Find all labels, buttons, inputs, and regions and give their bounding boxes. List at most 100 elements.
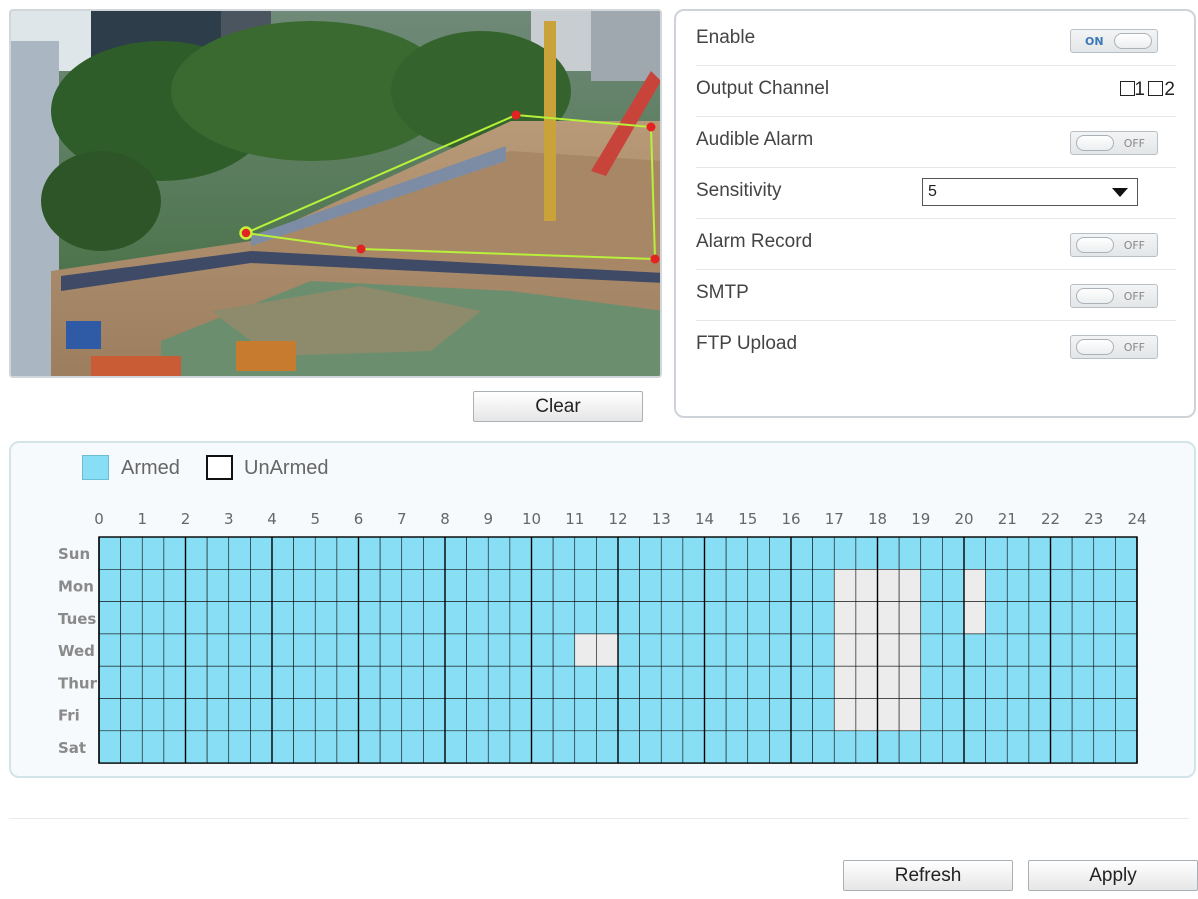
schedule-cell-unarmed[interactable] (898, 601, 922, 635)
schedule-cell-armed[interactable] (379, 730, 403, 764)
schedule-cell-armed[interactable] (617, 730, 640, 764)
schedule-cell-armed[interactable] (985, 569, 1008, 602)
schedule-cell-armed[interactable] (704, 665, 727, 699)
schedule-cell-armed[interactable] (336, 665, 359, 699)
schedule-cell-armed[interactable] (942, 633, 965, 667)
schedule-cell-armed[interactable] (401, 633, 424, 667)
schedule-cell-armed[interactable] (1093, 536, 1116, 570)
schedule-cell-unarmed[interactable] (898, 665, 922, 699)
schedule-cell-unarmed[interactable] (963, 601, 986, 635)
schedule-cell-armed[interactable] (401, 665, 424, 699)
schedule-cell-armed[interactable] (444, 536, 467, 570)
schedule-cell-armed[interactable] (596, 536, 619, 570)
schedule-cell-armed[interactable] (660, 698, 684, 732)
schedule-cell-armed[interactable] (639, 536, 662, 570)
schedule-cell-armed[interactable] (833, 730, 857, 764)
schedule-cell-armed[interactable] (487, 569, 511, 602)
schedule-cell-armed[interactable] (963, 730, 986, 764)
schedule-cell-unarmed[interactable] (877, 569, 900, 602)
schedule-cell-armed[interactable] (639, 698, 662, 732)
schedule-cell-armed[interactable] (725, 601, 749, 635)
schedule-cell-armed[interactable] (293, 569, 316, 602)
schedule-cell-armed[interactable] (466, 665, 489, 699)
schedule-cell-armed[interactable] (704, 536, 727, 570)
schedule-cell-armed[interactable] (812, 569, 835, 602)
schedule-cell-armed[interactable] (444, 698, 467, 732)
schedule-cell-armed[interactable] (358, 665, 381, 699)
schedule-cell-armed[interactable] (185, 698, 208, 732)
schedule-cell-armed[interactable] (1115, 633, 1138, 667)
schedule-cell-armed[interactable] (769, 633, 792, 667)
schedule-cell-armed[interactable] (228, 665, 251, 699)
schedule-cell-armed[interactable] (1115, 601, 1138, 635)
schedule-cell-armed[interactable] (358, 536, 381, 570)
schedule-cell-unarmed[interactable] (833, 569, 857, 602)
schedule-cell-armed[interactable] (596, 569, 619, 602)
schedule-cell-armed[interactable] (487, 730, 511, 764)
schedule-cell-armed[interactable] (466, 601, 489, 635)
schedule-cell-armed[interactable] (250, 536, 273, 570)
schedule-cell-armed[interactable] (444, 730, 467, 764)
schedule-cell-armed[interactable] (1028, 569, 1051, 602)
schedule-cell-armed[interactable] (271, 569, 294, 602)
schedule-cell-unarmed[interactable] (855, 569, 878, 602)
schedule-cell-armed[interactable] (228, 633, 251, 667)
schedule-cell-armed[interactable] (769, 730, 792, 764)
schedule-cell-unarmed[interactable] (855, 665, 878, 699)
schedule-cell-armed[interactable] (1115, 536, 1138, 570)
schedule-cell-armed[interactable] (509, 698, 532, 732)
schedule-cell-armed[interactable] (228, 601, 251, 635)
schedule-cell-armed[interactable] (1050, 536, 1073, 570)
schedule-cell-unarmed[interactable] (574, 633, 597, 667)
schedule-cell-armed[interactable] (1050, 601, 1073, 635)
schedule-cell-armed[interactable] (639, 569, 662, 602)
schedule-cell-armed[interactable] (660, 633, 684, 667)
schedule-cell-armed[interactable] (596, 601, 619, 635)
schedule-cell-armed[interactable] (1028, 698, 1051, 732)
schedule-cell-armed[interactable] (444, 601, 467, 635)
schedule-cell-armed[interactable] (1006, 601, 1030, 635)
schedule-cell-armed[interactable] (682, 665, 705, 699)
schedule-cell-armed[interactable] (401, 569, 424, 602)
schedule-cell-armed[interactable] (98, 536, 121, 570)
ftp-upload-toggle[interactable]: OFF (1070, 335, 1158, 359)
schedule-cell-armed[interactable] (163, 601, 186, 635)
schedule-cell-armed[interactable] (985, 698, 1008, 732)
schedule-cell-armed[interactable] (877, 536, 900, 570)
schedule-cell-armed[interactable] (271, 665, 294, 699)
schedule-cell-armed[interactable] (185, 601, 208, 635)
schedule-cell-armed[interactable] (163, 730, 186, 764)
schedule-cell-armed[interactable] (250, 569, 273, 602)
schedule-cell-armed[interactable] (682, 633, 705, 667)
schedule-cell-unarmed[interactable] (833, 633, 857, 667)
schedule-cell-armed[interactable] (769, 665, 792, 699)
schedule-cell-armed[interactable] (552, 698, 576, 732)
schedule-cell-armed[interactable] (531, 633, 554, 667)
schedule-cell-armed[interactable] (942, 569, 965, 602)
schedule-cell-armed[interactable] (552, 536, 576, 570)
schedule-cell-armed[interactable] (98, 665, 121, 699)
schedule-cell-armed[interactable] (531, 698, 554, 732)
schedule-cell-armed[interactable] (617, 698, 640, 732)
schedule-cell-armed[interactable] (1006, 665, 1030, 699)
schedule-cell-armed[interactable] (704, 698, 727, 732)
schedule-cell-armed[interactable] (790, 601, 813, 635)
schedule-cell-armed[interactable] (552, 730, 576, 764)
schedule-cell-armed[interactable] (358, 569, 381, 602)
schedule-cell-armed[interactable] (898, 730, 922, 764)
schedule-cell-armed[interactable] (920, 665, 943, 699)
schedule-cell-armed[interactable] (466, 569, 489, 602)
schedule-cell-armed[interactable] (985, 665, 1008, 699)
schedule-cell-armed[interactable] (725, 665, 749, 699)
schedule-cell-armed[interactable] (725, 569, 749, 602)
schedule-cell-armed[interactable] (812, 730, 835, 764)
schedule-cell-armed[interactable] (293, 698, 316, 732)
alarm-record-toggle[interactable]: OFF (1070, 233, 1158, 257)
schedule-cell-armed[interactable] (812, 536, 835, 570)
schedule-cell-armed[interactable] (401, 730, 424, 764)
schedule-cell-armed[interactable] (314, 536, 338, 570)
schedule-cell-armed[interactable] (141, 536, 165, 570)
schedule-cell-armed[interactable] (617, 633, 640, 667)
schedule-cell-armed[interactable] (206, 601, 230, 635)
schedule-cell-armed[interactable] (617, 569, 640, 602)
